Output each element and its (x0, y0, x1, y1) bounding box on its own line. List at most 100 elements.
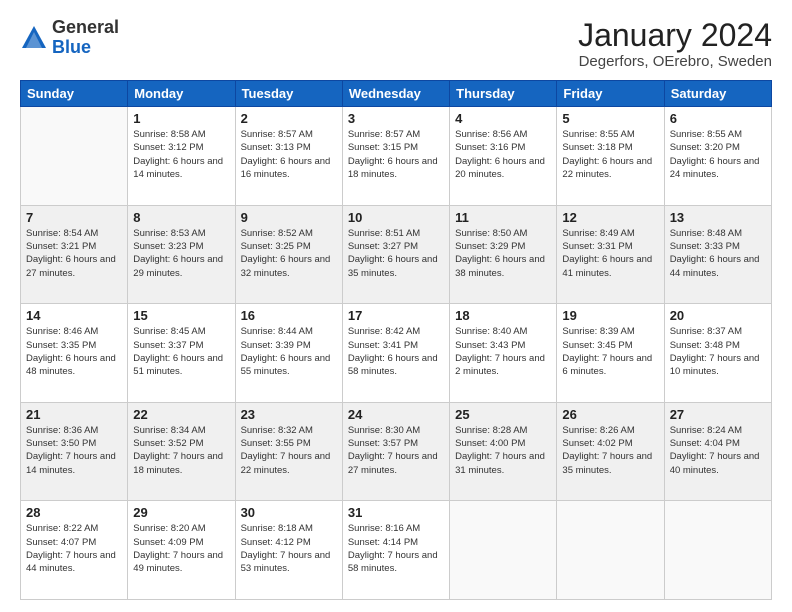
weekday-header-tuesday: Tuesday (235, 81, 342, 107)
logo-general: General (52, 17, 119, 37)
day-info: Sunrise: 8:32 AMSunset: 3:55 PMDaylight:… (241, 424, 337, 477)
day-info: Sunrise: 8:46 AMSunset: 3:35 PMDaylight:… (26, 325, 122, 378)
logo-blue: Blue (52, 37, 91, 57)
day-number: 16 (241, 308, 337, 323)
day-info: Sunrise: 8:53 AMSunset: 3:23 PMDaylight:… (133, 227, 229, 280)
day-number: 2 (241, 111, 337, 126)
day-info: Sunrise: 8:56 AMSunset: 3:16 PMDaylight:… (455, 128, 551, 181)
subtitle: Degerfors, OErebro, Sweden (578, 53, 772, 70)
day-number: 31 (348, 505, 444, 520)
calendar-cell (557, 501, 664, 600)
day-number: 21 (26, 407, 122, 422)
day-number: 29 (133, 505, 229, 520)
calendar-cell: 18 Sunrise: 8:40 AMSunset: 3:43 PMDayligh… (450, 304, 557, 403)
day-number: 24 (348, 407, 444, 422)
day-number: 4 (455, 111, 551, 126)
day-info: Sunrise: 8:24 AMSunset: 4:04 PMDaylight:… (670, 424, 766, 477)
calendar-cell: 5 Sunrise: 8:55 AMSunset: 3:18 PMDaylight… (557, 107, 664, 206)
calendar-cell: 7Sunrise: 8:54 AMSunset: 3:21 PMDaylight… (21, 205, 128, 304)
day-number: 25 (455, 407, 551, 422)
weekday-header-wednesday: Wednesday (342, 81, 449, 107)
day-info: Sunrise: 8:44 AMSunset: 3:39 PMDaylight:… (241, 325, 337, 378)
day-number: 27 (670, 407, 766, 422)
calendar-cell: 11Sunrise: 8:50 AMSunset: 3:29 PMDayligh… (450, 205, 557, 304)
day-info: Sunrise: 8:57 AMSunset: 3:13 PMDaylight:… (241, 128, 337, 181)
logo: General Blue (20, 18, 119, 58)
calendar-cell: 30Sunrise: 8:18 AMSunset: 4:12 PMDayligh… (235, 501, 342, 600)
day-number: 3 (348, 111, 444, 126)
day-info: Sunrise: 8:16 AMSunset: 4:14 PMDaylight:… (348, 522, 444, 575)
weekday-header-sunday: Sunday (21, 81, 128, 107)
calendar-cell: 28Sunrise: 8:22 AMSunset: 4:07 PMDayligh… (21, 501, 128, 600)
calendar-cell: 9 Sunrise: 8:52 AMSunset: 3:25 PMDaylight… (235, 205, 342, 304)
day-info: Sunrise: 8:54 AMSunset: 3:21 PMDaylight:… (26, 227, 122, 280)
week-row: 28Sunrise: 8:22 AMSunset: 4:07 PMDayligh… (21, 501, 772, 600)
calendar-cell: 8 Sunrise: 8:53 AMSunset: 3:23 PMDaylight… (128, 205, 235, 304)
week-row: 21 Sunrise: 8:36 AMSunset: 3:50 PMDayligh… (21, 402, 772, 501)
logo-icon (20, 24, 48, 52)
week-row: 14 Sunrise: 8:46 AMSunset: 3:35 PMDayligh… (21, 304, 772, 403)
day-number: 28 (26, 505, 122, 520)
day-number: 10 (348, 210, 444, 225)
day-number: 8 (133, 210, 229, 225)
day-number: 18 (455, 308, 551, 323)
weekday-header-friday: Friday (557, 81, 664, 107)
day-info: Sunrise: 8:28 AMSunset: 4:00 PMDaylight:… (455, 424, 551, 477)
calendar-cell: 10 Sunrise: 8:51 AMSunset: 3:27 PMDayligh… (342, 205, 449, 304)
calendar-cell: 3 Sunrise: 8:57 AMSunset: 3:15 PMDaylight… (342, 107, 449, 206)
day-info: Sunrise: 8:42 AMSunset: 3:41 PMDaylight:… (348, 325, 444, 378)
week-row: 7Sunrise: 8:54 AMSunset: 3:21 PMDaylight… (21, 205, 772, 304)
day-info: Sunrise: 8:55 AMSunset: 3:18 PMDaylight:… (562, 128, 658, 181)
calendar-cell: 19 Sunrise: 8:39 AMSunset: 3:45 PMDayligh… (557, 304, 664, 403)
day-info: Sunrise: 8:36 AMSunset: 3:50 PMDaylight:… (26, 424, 122, 477)
calendar-cell: 12Sunrise: 8:49 AMSunset: 3:31 PMDayligh… (557, 205, 664, 304)
calendar-cell: 17 Sunrise: 8:42 AMSunset: 3:41 PMDayligh… (342, 304, 449, 403)
day-info: Sunrise: 8:48 AMSunset: 3:33 PMDaylight:… (670, 227, 766, 280)
day-number: 26 (562, 407, 658, 422)
day-info: Sunrise: 8:52 AMSunset: 3:25 PMDaylight:… (241, 227, 337, 280)
calendar: SundayMondayTuesdayWednesdayThursdayFrid… (20, 80, 772, 600)
calendar-cell: 27 Sunrise: 8:24 AMSunset: 4:04 PMDayligh… (664, 402, 771, 501)
calendar-cell: 6 Sunrise: 8:55 AMSunset: 3:20 PMDaylight… (664, 107, 771, 206)
title-block: January 2024 Degerfors, OErebro, Sweden (578, 18, 772, 70)
calendar-cell: 13 Sunrise: 8:48 AMSunset: 3:33 PMDayligh… (664, 205, 771, 304)
day-number: 5 (562, 111, 658, 126)
calendar-cell: 16 Sunrise: 8:44 AMSunset: 3:39 PMDayligh… (235, 304, 342, 403)
calendar-cell: 4 Sunrise: 8:56 AMSunset: 3:16 PMDaylight… (450, 107, 557, 206)
calendar-cell: 20Sunrise: 8:37 AMSunset: 3:48 PMDayligh… (664, 304, 771, 403)
calendar-cell: 2 Sunrise: 8:57 AMSunset: 3:13 PMDaylight… (235, 107, 342, 206)
calendar-cell: 21 Sunrise: 8:36 AMSunset: 3:50 PMDayligh… (21, 402, 128, 501)
day-info: Sunrise: 8:26 AMSunset: 4:02 PMDaylight:… (562, 424, 658, 477)
calendar-cell (664, 501, 771, 600)
day-number: 6 (670, 111, 766, 126)
day-number: 23 (241, 407, 337, 422)
day-number: 17 (348, 308, 444, 323)
day-number: 30 (241, 505, 337, 520)
calendar-cell: 26 Sunrise: 8:26 AMSunset: 4:02 PMDayligh… (557, 402, 664, 501)
calendar-cell: 31 Sunrise: 8:16 AMSunset: 4:14 PMDayligh… (342, 501, 449, 600)
day-number: 1 (133, 111, 229, 126)
calendar-cell: 23 Sunrise: 8:32 AMSunset: 3:55 PMDayligh… (235, 402, 342, 501)
calendar-cell: 15Sunrise: 8:45 AMSunset: 3:37 PMDayligh… (128, 304, 235, 403)
day-info: Sunrise: 8:55 AMSunset: 3:20 PMDaylight:… (670, 128, 766, 181)
day-number: 22 (133, 407, 229, 422)
day-info: Sunrise: 8:51 AMSunset: 3:27 PMDaylight:… (348, 227, 444, 280)
day-info: Sunrise: 8:57 AMSunset: 3:15 PMDaylight:… (348, 128, 444, 181)
day-info: Sunrise: 8:20 AMSunset: 4:09 PMDaylight:… (133, 522, 229, 575)
weekday-header-thursday: Thursday (450, 81, 557, 107)
day-number: 13 (670, 210, 766, 225)
day-info: Sunrise: 8:37 AMSunset: 3:48 PMDaylight:… (670, 325, 766, 378)
day-number: 19 (562, 308, 658, 323)
day-number: 15 (133, 308, 229, 323)
day-info: Sunrise: 8:50 AMSunset: 3:29 PMDaylight:… (455, 227, 551, 280)
weekday-header-row: SundayMondayTuesdayWednesdayThursdayFrid… (21, 81, 772, 107)
day-number: 14 (26, 308, 122, 323)
day-info: Sunrise: 8:34 AMSunset: 3:52 PMDaylight:… (133, 424, 229, 477)
calendar-cell: 14 Sunrise: 8:46 AMSunset: 3:35 PMDayligh… (21, 304, 128, 403)
day-info: Sunrise: 8:39 AMSunset: 3:45 PMDaylight:… (562, 325, 658, 378)
calendar-cell: 1Sunrise: 8:58 AMSunset: 3:12 PMDaylight… (128, 107, 235, 206)
main-title: January 2024 (578, 18, 772, 53)
day-info: Sunrise: 8:40 AMSunset: 3:43 PMDaylight:… (455, 325, 551, 378)
day-number: 9 (241, 210, 337, 225)
logo-text: General Blue (52, 18, 119, 58)
